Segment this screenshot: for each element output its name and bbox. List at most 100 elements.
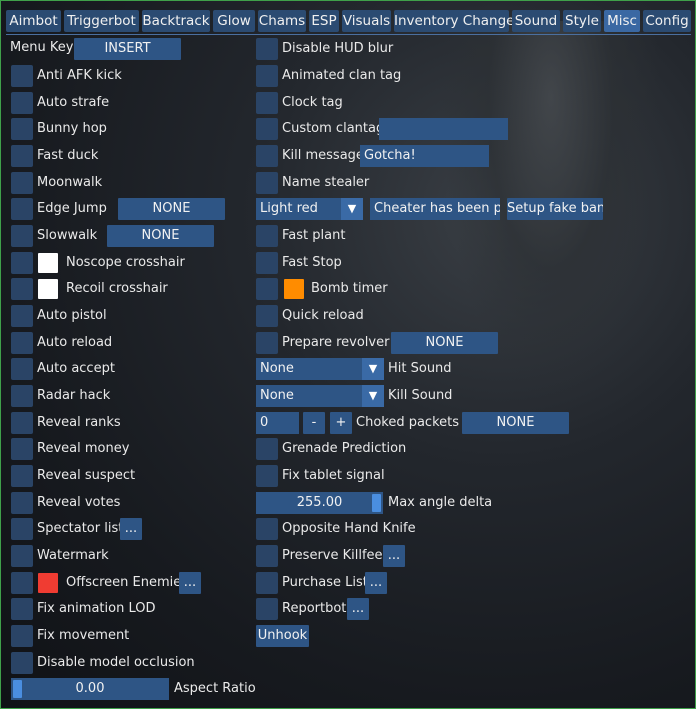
auto-strafe-checkbox[interactable] [11, 92, 33, 114]
tab-sound[interactable]: Sound [512, 10, 560, 32]
disable-hud-blur-checkbox[interactable] [256, 38, 278, 60]
ban-text-input[interactable]: Cheater has been perr [370, 198, 500, 220]
auto-accept-checkbox[interactable] [11, 358, 33, 380]
offscreen-enemies-color-swatch[interactable] [38, 573, 58, 593]
aspect-ratio-slider[interactable]: 0.00 [11, 678, 169, 700]
custom-clantag-input[interactable] [379, 118, 508, 140]
purchase-list-options-button[interactable]: ... [365, 572, 387, 594]
disable-model-occlusion-checkbox[interactable] [11, 652, 33, 674]
reportbot-label: Reportbot [282, 601, 347, 616]
noscope-crosshair-color-swatch[interactable] [38, 253, 58, 273]
tab-esp[interactable]: ESP [309, 10, 339, 32]
hit-sound-dropdown[interactable]: None ▼ [256, 358, 384, 380]
slowwalk-checkbox[interactable] [11, 225, 33, 247]
reveal-money-checkbox[interactable] [11, 438, 33, 460]
fix-movement-checkbox[interactable] [11, 625, 33, 647]
max-angle-delta-slider-grab[interactable] [372, 494, 381, 512]
reveal-suspect-label: Reveal suspect [37, 468, 136, 483]
tab-inventory-changer[interactable]: Inventory Changer [394, 10, 520, 32]
radar-hack-checkbox[interactable] [11, 385, 33, 407]
bomb-timer-label: Bomb timer [311, 281, 388, 296]
fix-animation-lod-label: Fix animation LOD [37, 601, 156, 616]
tab-visuals[interactable]: Visuals [342, 10, 391, 32]
name-stealer-label: Name stealer [282, 175, 370, 190]
hit-sound-value: None [260, 361, 294, 376]
anti-afk-checkbox[interactable] [11, 65, 33, 87]
bunny-hop-label: Bunny hop [37, 121, 107, 136]
fast-stop-checkbox[interactable] [256, 252, 278, 274]
max-angle-delta-slider[interactable]: 255.00 [256, 492, 383, 514]
prepare-revolver-label: Prepare revolver [282, 335, 390, 350]
fast-plant-checkbox[interactable] [256, 225, 278, 247]
setup-fake-ban-button[interactable]: Setup fake ban [507, 198, 603, 220]
prepare-revolver-checkbox[interactable] [256, 332, 278, 354]
spectator-list-options-button[interactable]: ... [120, 518, 142, 540]
slowwalk-key-button[interactable]: NONE [107, 225, 214, 247]
tab-config[interactable]: Config [643, 10, 691, 32]
tab-chams[interactable]: Chams [258, 10, 306, 32]
prepare-revolver-key-button[interactable]: NONE [391, 332, 498, 354]
edge-jump-label: Edge Jump [37, 201, 107, 216]
tab-triggerbot[interactable]: Triggerbot [64, 10, 139, 32]
offscreen-enemies-checkbox[interactable] [11, 572, 33, 594]
animated-clan-tag-checkbox[interactable] [256, 65, 278, 87]
choked-packets-key-button[interactable]: NONE [462, 412, 569, 434]
noscope-crosshair-checkbox[interactable] [11, 252, 33, 274]
spectator-list-checkbox[interactable] [11, 518, 33, 540]
preserve-killfeed-checkbox[interactable] [256, 545, 278, 567]
bomb-timer-checkbox[interactable] [256, 278, 278, 300]
auto-reload-checkbox[interactable] [11, 332, 33, 354]
tab-misc[interactable]: Misc [604, 10, 640, 32]
custom-clantag-checkbox[interactable] [256, 118, 278, 140]
kill-sound-dropdown[interactable]: None ▼ [256, 385, 384, 407]
reveal-ranks-checkbox[interactable] [11, 412, 33, 434]
recoil-crosshair-label: Recoil crosshair [66, 281, 168, 296]
watermark-checkbox[interactable] [11, 545, 33, 567]
choked-packets-increment-button[interactable]: + [330, 412, 352, 434]
tab-backtrack[interactable]: Backtrack [142, 10, 210, 32]
opposite-hand-knife-checkbox[interactable] [256, 518, 278, 540]
edge-jump-key-button[interactable]: NONE [118, 198, 225, 220]
triangle-down-icon: ▼ [362, 385, 384, 407]
spectator-list-label: Spectator list [37, 521, 124, 536]
tab-style[interactable]: Style [563, 10, 601, 32]
aspect-ratio-slider-grab[interactable] [13, 680, 22, 698]
fix-animation-lod-checkbox[interactable] [11, 598, 33, 620]
grenade-prediction-checkbox[interactable] [256, 438, 278, 460]
unhook-button[interactable]: Unhook [256, 625, 309, 647]
bunny-hop-checkbox[interactable] [11, 118, 33, 140]
auto-pistol-checkbox[interactable] [11, 305, 33, 327]
recoil-crosshair-checkbox[interactable] [11, 278, 33, 300]
preserve-killfeed-options-button[interactable]: ... [383, 545, 405, 567]
auto-pistol-label: Auto pistol [37, 308, 107, 323]
auto-strafe-label: Auto strafe [37, 95, 110, 110]
moonwalk-checkbox[interactable] [11, 172, 33, 194]
kill-message-input[interactable]: Gotcha! [360, 145, 489, 167]
ban-color-dropdown[interactable]: Light red ▼ [256, 198, 363, 220]
fix-tablet-signal-checkbox[interactable] [256, 465, 278, 487]
fast-duck-label: Fast duck [37, 148, 99, 163]
tab-glow[interactable]: Glow [213, 10, 255, 32]
kill-sound-value: None [260, 388, 294, 403]
offscreen-enemies-options-button[interactable]: ... [179, 572, 201, 594]
clock-tag-label: Clock tag [282, 95, 343, 110]
reportbot-options-button[interactable]: ... [347, 598, 369, 620]
fast-duck-checkbox[interactable] [11, 145, 33, 167]
clock-tag-checkbox[interactable] [256, 92, 278, 114]
purchase-list-checkbox[interactable] [256, 572, 278, 594]
menu-key-button[interactable]: INSERT [74, 38, 181, 60]
choked-packets-input[interactable]: 0 [256, 412, 299, 434]
kill-message-checkbox[interactable] [256, 145, 278, 167]
reveal-suspect-checkbox[interactable] [11, 465, 33, 487]
edge-jump-checkbox[interactable] [11, 198, 33, 220]
choked-packets-decrement-button[interactable]: - [303, 412, 325, 434]
bomb-timer-color-swatch[interactable] [284, 279, 304, 299]
reportbot-checkbox[interactable] [256, 598, 278, 620]
triangle-down-icon: ▼ [362, 358, 384, 380]
name-stealer-checkbox[interactable] [256, 172, 278, 194]
recoil-crosshair-color-swatch[interactable] [38, 279, 58, 299]
reveal-votes-checkbox[interactable] [11, 492, 33, 514]
quick-reload-checkbox[interactable] [256, 305, 278, 327]
max-angle-delta-value: 255.00 [296, 495, 343, 510]
tab-aimbot[interactable]: Aimbot [6, 10, 61, 32]
